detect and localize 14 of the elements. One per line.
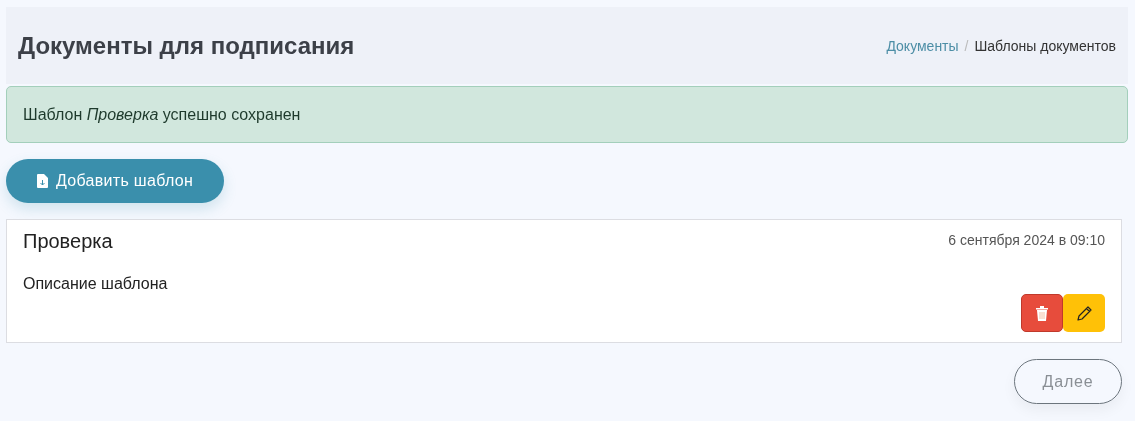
file-download-icon	[36, 174, 48, 188]
template-description: Описание шаблона	[23, 275, 169, 293]
delete-button[interactable]	[1021, 294, 1063, 332]
breadcrumb-link[interactable]: Документы	[886, 37, 959, 54]
alert-message: Шаблон Проверка успешно сохранен	[23, 105, 301, 124]
trash-icon	[1036, 305, 1048, 321]
page-title: Документы для подписания	[18, 31, 355, 60]
template-date: 6 сентября 2024 в 09:10	[948, 231, 1105, 248]
add-template-button[interactable]: Добавить шаблон	[6, 159, 224, 203]
pencil-icon	[1076, 305, 1092, 321]
edit-button[interactable]	[1063, 294, 1105, 332]
breadcrumb-separator: /	[964, 37, 969, 54]
template-name: Проверка	[23, 230, 113, 253]
breadcrumb-current: Шаблоны документов	[974, 37, 1116, 54]
